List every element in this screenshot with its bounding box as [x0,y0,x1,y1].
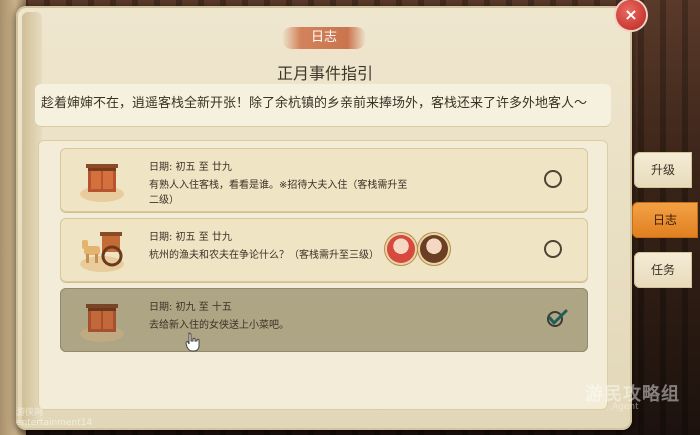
event-card[interactable]: 日期: 初五 至 廿九 有熟人入住客栈，看看是谁。※招待大夫入住（客栈需升至二级… [60,148,588,212]
event-description: 杭州的渔夫和农夫在争论什么？（客栈需升至三级） [149,250,379,261]
event-date: 日期: 初九 至 十五 [149,302,232,313]
farmer-avatar [420,235,448,263]
inn-door-icon [78,156,126,204]
event-date: 日期: 初五 至 廿九 [149,162,232,173]
intro-text: 趁着婶婶不在，逍遥客栈全新开张！除了余杭镇的乡亲前来捧场外，客栈还来了许多外地客… [41,96,588,111]
event-card[interactable]: 日期: 初五 至 廿九 杭州的渔夫和农夫在争论什么？（客栈需升至三级） [60,218,588,282]
tab-quests[interactable]: 任务 [634,252,692,288]
watermark-right-sub: Agent [612,402,639,412]
intro-box: 趁着婶婶不在，逍遥客栈全新开张！除了余杭镇的乡亲前来捧场外，客栈还来了许多外地客… [35,84,611,126]
status-open-circle-icon [544,240,562,258]
event-date: 日期: 初五 至 廿九 [149,232,232,243]
event-card[interactable]: 日期: 初九 至 十五 去给新入住的女侠送上小菜吧。 [60,288,588,352]
horse-cart-icon [78,226,126,274]
fisherman-avatar [387,235,415,263]
tab-journal[interactable]: 日志 [632,202,698,238]
watermark-left: 游侠网 entertainment14 [16,408,93,428]
event-description: 有熟人入住客栈，看看是谁。※招待大夫入住（客栈需升至二级） [149,180,408,206]
pointer-hand-icon [182,331,204,353]
inn-door-icon [78,296,126,344]
checkmark-icon [544,306,568,330]
page-subtitle: 正月事件指引 [276,64,373,83]
journal-title-tag: 日志 [282,27,366,49]
tab-upgrade[interactable]: 升级 [634,152,692,188]
close-button[interactable]: × [616,0,646,30]
status-open-circle-icon [544,170,562,188]
